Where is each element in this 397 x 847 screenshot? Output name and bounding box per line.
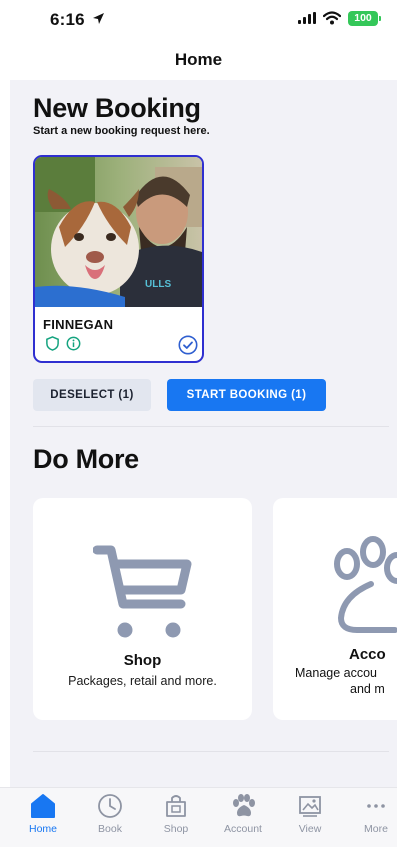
tab-shop[interactable]: Shop bbox=[143, 792, 209, 835]
wifi-icon bbox=[323, 11, 341, 25]
info-icon[interactable] bbox=[66, 336, 81, 351]
tab-book[interactable]: Book bbox=[77, 792, 143, 835]
page-title: Home bbox=[174, 50, 223, 69]
location-arrow-icon bbox=[93, 13, 104, 24]
do-more-title: Do More bbox=[33, 444, 139, 474]
pet-card-finnegan[interactable]: ULLS FINNEGAN bbox=[33, 155, 204, 363]
tab-book-label: Book bbox=[98, 823, 122, 835]
status-time: 6:16 bbox=[50, 10, 85, 29]
tab-home-label: Home bbox=[28, 823, 57, 835]
status-bar: 6:16 100 bbox=[0, 0, 397, 40]
clock-icon bbox=[98, 794, 122, 818]
home-content[interactable]: New Booking Start a new booking request … bbox=[10, 80, 397, 787]
bottom-divider bbox=[33, 751, 389, 752]
start-booking-button[interactable]: START BOOKING (1) bbox=[167, 379, 326, 411]
paw-icon bbox=[233, 794, 255, 817]
shop-card[interactable]: Shop Packages, retail and more. bbox=[33, 498, 252, 720]
shop-card-desc: Packages, retail and more. bbox=[68, 674, 217, 688]
pet-name: FINNEGAN bbox=[43, 317, 114, 332]
tab-more[interactable]: More bbox=[343, 792, 397, 835]
account-card-desc-line2: and m bbox=[350, 682, 385, 696]
selected-check-icon[interactable] bbox=[178, 335, 198, 355]
deselect-button[interactable]: DESELECT (1) bbox=[33, 379, 151, 411]
account-card-title: Acco bbox=[349, 646, 386, 663]
shop-card-title: Shop bbox=[123, 652, 162, 669]
account-card-desc-line1: Manage accou bbox=[295, 666, 378, 680]
paw-icon bbox=[334, 536, 397, 633]
battery-indicator: 100 bbox=[348, 11, 381, 26]
shop-bag-icon bbox=[166, 795, 186, 817]
tab-bar: Home Book Shop Account View More bbox=[0, 787, 397, 847]
tab-shop-label: Shop bbox=[163, 823, 189, 835]
home-icon bbox=[31, 794, 55, 818]
tab-view[interactable]: View bbox=[277, 792, 343, 835]
tab-account[interactable]: Account bbox=[210, 792, 276, 835]
new-booking-subtitle: Start a new booking request here. bbox=[33, 125, 210, 137]
tab-view-label: View bbox=[298, 823, 322, 835]
svg-text:ULLS: ULLS bbox=[145, 279, 171, 290]
new-booking-title: New Booking bbox=[33, 93, 201, 123]
cell-signal-icon bbox=[298, 12, 316, 24]
shopping-cart-icon bbox=[93, 545, 192, 638]
image-icon bbox=[299, 796, 321, 817]
pet-photo: ULLS bbox=[35, 157, 202, 307]
tab-account-label: Account bbox=[224, 823, 262, 835]
account-card[interactable]: Acco Manage accou and m bbox=[273, 498, 397, 720]
tab-home[interactable]: Home bbox=[10, 792, 76, 835]
more-dots-icon bbox=[367, 804, 385, 808]
shield-icon[interactable] bbox=[45, 336, 60, 351]
section-divider bbox=[33, 426, 389, 427]
tab-more-label: More bbox=[364, 823, 388, 835]
